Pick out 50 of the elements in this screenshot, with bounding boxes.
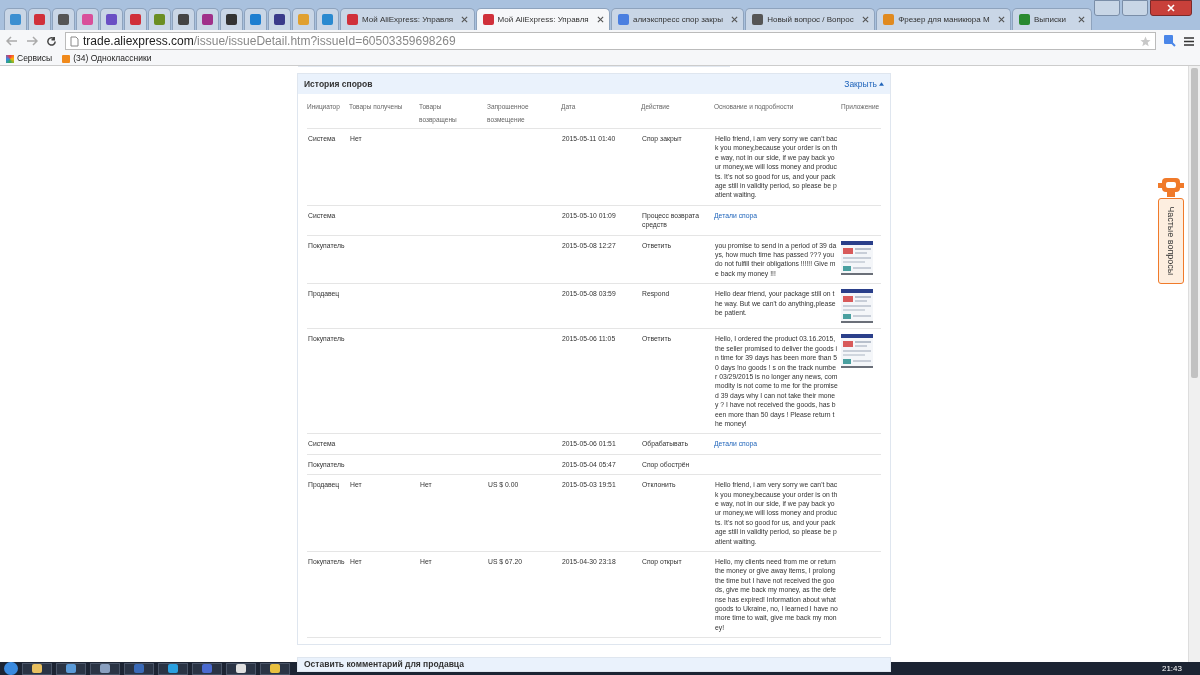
browser-tab[interactable]: Фрезер для маникюра М — [876, 8, 1011, 30]
bookmark-icon — [6, 54, 14, 63]
tab-title: алиэкспресс спор закры — [633, 13, 723, 26]
browser-tab[interactable] — [52, 8, 75, 30]
close-icon[interactable] — [461, 16, 469, 23]
browser-tab[interactable] — [196, 8, 219, 30]
section-title: Оставить комментарий для продавца — [304, 658, 464, 671]
faq-tab[interactable]: Частые вопросы — [1158, 198, 1184, 284]
close-icon — [1167, 4, 1175, 12]
close-icon[interactable] — [1078, 16, 1085, 23]
taskbar-app-icon[interactable] — [56, 662, 86, 675]
scrollbar[interactable] — [1188, 66, 1200, 662]
bookmark-icon — [62, 54, 71, 63]
panel-title: История споров — [304, 77, 373, 91]
tab-title: Новый вопрос / Вопрос — [767, 13, 854, 26]
tab-title: Фрезер для маникюра М — [898, 13, 990, 26]
browser-tab[interactable] — [268, 8, 291, 30]
address-bar[interactable]: trade.aliexpress.com/issue/issueDetail.htm?issueId=60503359698269 — [65, 32, 1156, 50]
browser-tab[interactable]: Мой AliExpress: Управля — [340, 8, 475, 30]
start-button[interactable] — [4, 662, 18, 675]
close-icon[interactable] — [997, 16, 1005, 23]
taskbar-app-icon[interactable] — [260, 662, 290, 675]
collapse-link[interactable]: Закрыть — [844, 77, 884, 91]
reload-icon[interactable] — [46, 35, 57, 47]
browser-tab[interactable]: алиэкспресс спор закры — [611, 8, 745, 30]
browser-tab[interactable]: Мой AliExpress: Управля — [475, 8, 610, 30]
caret-icon — [879, 82, 884, 86]
taskbar-app-icon[interactable] — [226, 662, 256, 675]
close-icon[interactable] — [731, 16, 738, 23]
close-icon[interactable] — [596, 16, 604, 23]
clock: 21:43 — [1161, 662, 1183, 675]
browser-tab[interactable]: Новый вопрос / Вопрос — [745, 8, 876, 30]
browser-tab[interactable] — [100, 8, 123, 30]
taskbar-app-icon[interactable] — [22, 662, 52, 675]
close-icon[interactable] — [861, 16, 869, 23]
browser-tab[interactable]: Выписки — [1012, 8, 1092, 30]
taskbar-app-icon[interactable] — [90, 662, 120, 675]
close-button[interactable] — [1150, 0, 1192, 16]
bookmark[interactable]: Сервисы — [6, 52, 53, 65]
url-text: trade.aliexpress.com/issue/issueDetail.htm?issueId=60503359698269 — [83, 33, 456, 50]
star-icon[interactable] — [1140, 35, 1151, 47]
taskbar-app-icon[interactable] — [158, 662, 188, 675]
tab-title: Мой AliExpress: Управля — [497, 13, 589, 26]
browser-tab[interactable] — [220, 8, 243, 30]
page-icon — [70, 35, 79, 47]
menu-icon[interactable] — [1184, 36, 1194, 46]
tab-title: Мой AliExpress: Управля — [362, 13, 454, 26]
bookmark[interactable]: (34) Одноклассники — [62, 52, 152, 65]
tab-title: Выписки — [1034, 13, 1067, 26]
browser-tab[interactable] — [172, 8, 195, 30]
